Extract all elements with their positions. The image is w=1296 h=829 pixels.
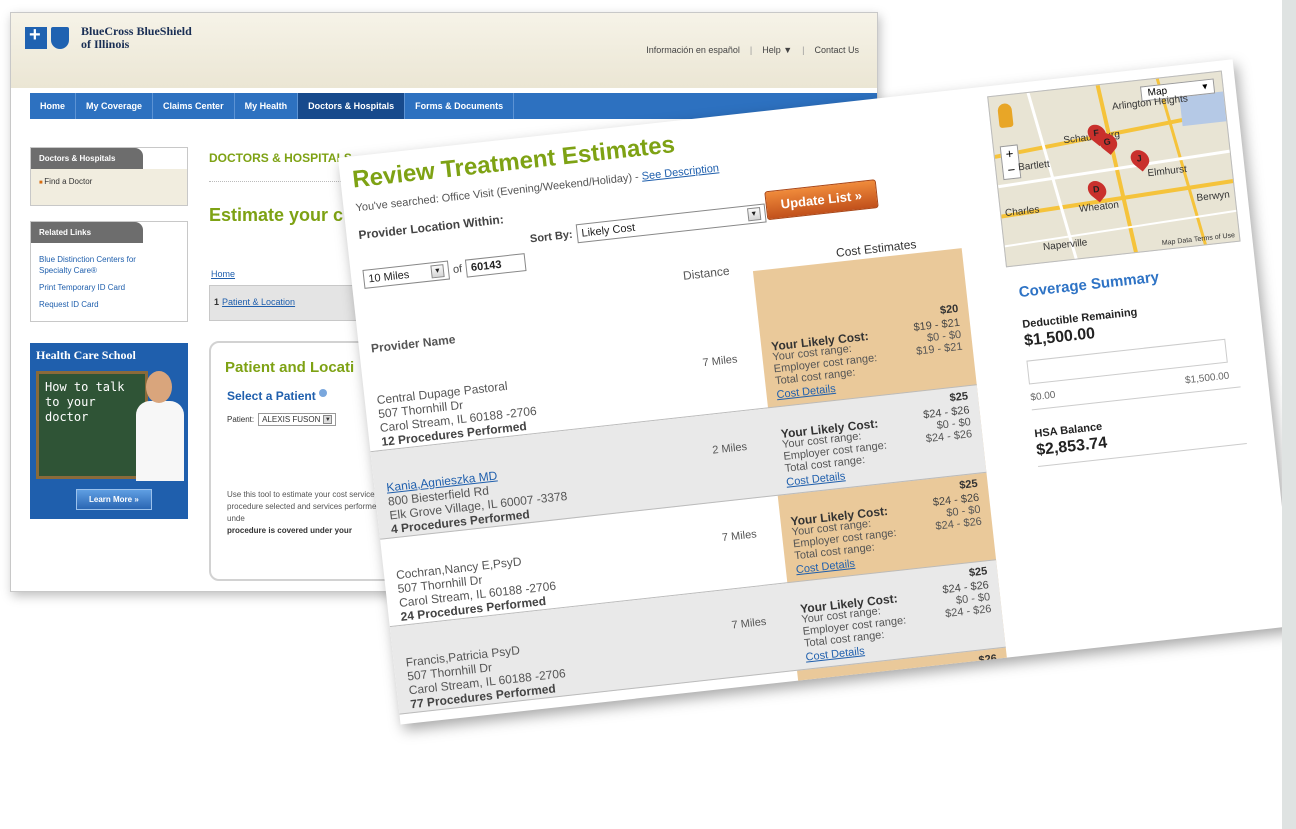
total-range-label: Total cost range: bbox=[813, 716, 895, 724]
doctor-illustration bbox=[134, 371, 184, 481]
total-range-value: $24 - $26 bbox=[934, 515, 983, 533]
patient-select[interactable]: ALEXIS FUSON ▼ bbox=[258, 413, 337, 426]
street-view-icon[interactable] bbox=[997, 102, 1014, 129]
contact-us-link[interactable]: Contact Us bbox=[814, 45, 859, 55]
chevron-down-icon: ▼ bbox=[323, 415, 333, 424]
likely-cost-label: Your Likely Cost: bbox=[809, 678, 908, 704]
update-list-button[interactable]: Update List » bbox=[764, 179, 879, 221]
provider-distance: 2 Miles bbox=[711, 440, 748, 457]
health-care-school-promo: Health Care School How to talk to your d… bbox=[30, 343, 188, 519]
employer-range-value: $0 - $0 bbox=[965, 678, 1001, 695]
related-link-request-id[interactable]: Request ID Card bbox=[39, 299, 179, 310]
help-icon[interactable] bbox=[319, 389, 328, 397]
spanish-link[interactable]: Información en español bbox=[646, 45, 740, 55]
provider-distance: 7 Miles bbox=[731, 615, 767, 632]
miles-select[interactable]: 10 Miles ▼ bbox=[362, 260, 451, 289]
sidebar-doctors: Doctors & Hospitals Find a Doctor bbox=[30, 147, 188, 206]
nav-claims-center[interactable]: Claims Center bbox=[153, 93, 235, 119]
provider-distance: 7 Miles bbox=[721, 528, 758, 545]
likely-cost-value: $25 bbox=[949, 390, 969, 405]
bcbs-logo[interactable]: BlueCross BlueShield of Illinois bbox=[25, 24, 192, 51]
screenshot-stage: BlueCross BlueShield of Illinois Informa… bbox=[0, 0, 1296, 829]
nav-home[interactable]: Home bbox=[30, 93, 77, 119]
see-description-link[interactable]: See Description bbox=[641, 162, 720, 182]
total-range-value: $24 - $26 bbox=[925, 428, 973, 446]
utility-links: Información en español | Help ▼ | Contac… bbox=[646, 45, 859, 55]
related-links-box: Related Links Blue Distinction Centers f… bbox=[30, 221, 188, 322]
chalkboard: How to talk to your doctor bbox=[36, 371, 148, 479]
total-range-value: $24 - $28 bbox=[954, 690, 1002, 708]
total-range-value: $19 - $21 bbox=[915, 340, 964, 358]
sort-select[interactable]: Likely Cost ▼ bbox=[575, 203, 767, 244]
nav-my-coverage[interactable]: My Coverage bbox=[76, 93, 154, 119]
coverage-summary: Coverage Summary Deductible Remaining $1… bbox=[1017, 259, 1263, 468]
distance-filter: 10 Miles ▼ of 60143 bbox=[362, 252, 527, 289]
related-links-title: Related Links bbox=[31, 222, 143, 243]
step-patient-location[interactable]: 1 Patient & Location bbox=[209, 285, 359, 321]
your-range-value: $24 - $28 bbox=[951, 666, 1000, 684]
zip-input[interactable]: 60143 bbox=[465, 252, 527, 278]
your-range-label: Your cost range: bbox=[810, 692, 892, 714]
right-edge-panel bbox=[1282, 0, 1296, 829]
select-patient-heading: Select a Patient bbox=[227, 389, 328, 403]
sidebar-title: Doctors & Hospitals bbox=[31, 148, 143, 169]
likely-cost-value: $25 bbox=[968, 565, 988, 580]
estimate-heading: Estimate your c bbox=[209, 205, 344, 225]
help-menu[interactable]: Help ▼ bbox=[762, 45, 792, 55]
nav-my-health[interactable]: My Health bbox=[235, 93, 299, 119]
blue-shield-icon bbox=[51, 27, 69, 49]
likely-cost-value: $25 bbox=[958, 477, 979, 492]
chevron-down-icon: ▼ bbox=[746, 207, 762, 222]
related-link-print-id[interactable]: Print Temporary ID Card bbox=[39, 282, 179, 293]
breadcrumb-home[interactable]: Home bbox=[211, 269, 235, 279]
total-range-value: $24 - $26 bbox=[944, 603, 993, 621]
location-label: Provider Location Within: bbox=[357, 212, 505, 243]
chevron-down-icon: ▼ bbox=[430, 264, 445, 279]
likely-cost-value: $20 bbox=[939, 302, 959, 317]
nav-doctors-hospitals[interactable]: Doctors & Hospitals bbox=[298, 93, 406, 119]
blue-cross-icon bbox=[25, 24, 47, 49]
site-header: BlueCross BlueShield of Illinois Informa… bbox=[11, 13, 877, 88]
provider-map[interactable]: +− Map▾ Arlington Heights Schaumburg Bar… bbox=[987, 70, 1241, 268]
employer-range-label: Employer cost range: bbox=[811, 701, 917, 725]
learn-more-button[interactable]: Learn More » bbox=[76, 489, 152, 510]
nav-forms-documents[interactable]: Forms & Documents bbox=[405, 93, 515, 119]
likely-cost-value: $26 bbox=[978, 652, 998, 667]
page-title: DOCTORS & HOSPITALS bbox=[209, 151, 352, 165]
treatment-estimates-window: Review Treatment Estimates You've search… bbox=[338, 59, 1296, 725]
sidebar-item-find-doctor[interactable]: Find a Doctor bbox=[39, 177, 179, 186]
promo-title: Health Care School bbox=[36, 348, 136, 362]
related-link-blue-distinction[interactable]: Blue Distinction Centers for Specialty C… bbox=[39, 254, 169, 276]
coverage-summary-title: Coverage Summary bbox=[1017, 268, 1160, 302]
provider-distance: 7 Miles bbox=[702, 353, 739, 370]
sort-control: Sort By: Likely Cost ▼ bbox=[529, 203, 767, 248]
brand-name: BlueCross BlueShield of Illinois bbox=[81, 24, 192, 51]
provider-distance: 2 Miles bbox=[740, 703, 777, 720]
provider-name-header: Provider Name bbox=[370, 332, 457, 356]
patient-row: Patient: ALEXIS FUSON ▼ bbox=[227, 413, 337, 426]
patient-location-title: Patient and Locati bbox=[225, 359, 355, 376]
distance-header: Distance bbox=[682, 263, 731, 283]
